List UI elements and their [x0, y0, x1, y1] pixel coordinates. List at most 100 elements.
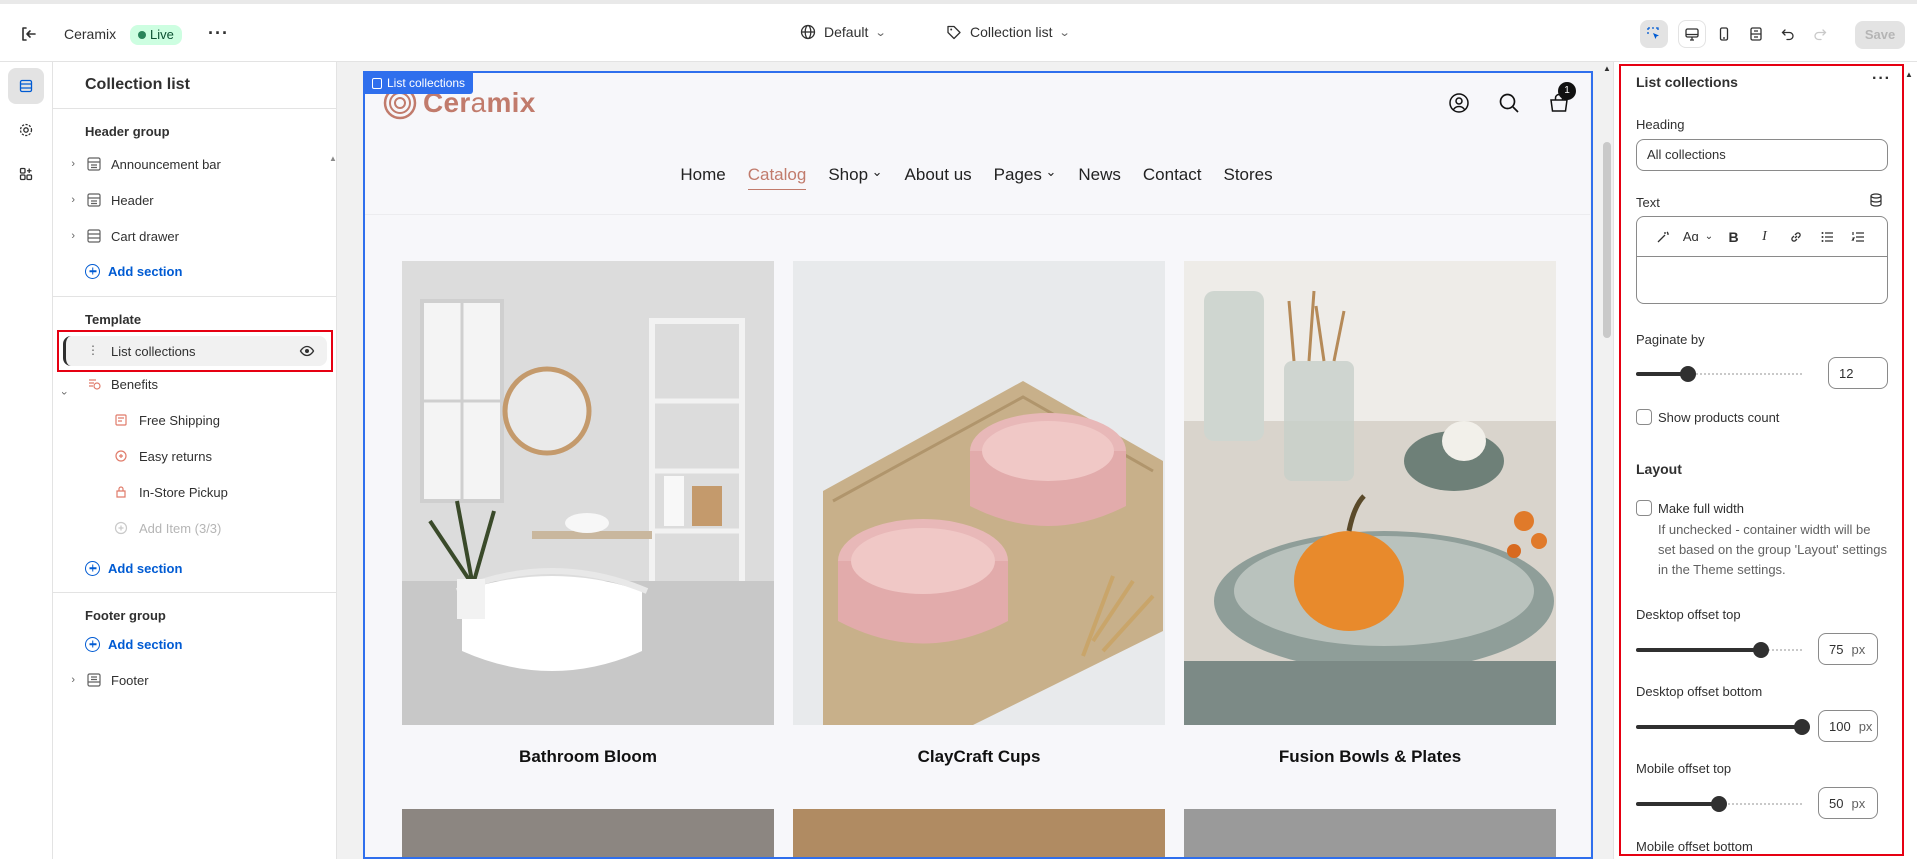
mobile-view-button[interactable] [1710, 20, 1738, 48]
slider-handle[interactable] [1753, 642, 1769, 658]
eye-icon[interactable] [299, 343, 315, 364]
chevron-down-icon: ⌄ [874, 26, 887, 39]
bold-button[interactable]: B [1718, 225, 1749, 249]
nav-home[interactable]: Home [680, 165, 725, 190]
add-section-button[interactable]: Add section [85, 632, 182, 656]
live-status-badge: Live [130, 25, 182, 45]
scrollbar-thumb[interactable] [1603, 142, 1611, 338]
inspector-toggle-button[interactable] [1640, 20, 1668, 48]
section-header[interactable]: › Header [53, 184, 323, 216]
desktop-offset-bottom-slider[interactable] [1636, 719, 1810, 735]
search-icon[interactable] [1498, 92, 1520, 119]
collection-image-bathroom[interactable] [402, 261, 774, 725]
slider-fill [1636, 648, 1761, 652]
collection-title[interactable]: ClayCraft Cups [793, 747, 1165, 767]
nav-pages[interactable]: Pages [994, 165, 1057, 190]
paginate-slider[interactable] [1636, 366, 1810, 382]
heading-input[interactable]: All collections [1636, 139, 1888, 171]
collection-image[interactable] [402, 809, 774, 859]
drag-handle-icon[interactable]: ⋮ [87, 343, 99, 357]
collection-title[interactable]: Fusion Bowls & Plates [1184, 747, 1556, 767]
link-icon[interactable] [1780, 225, 1811, 249]
mobile-icon [1719, 27, 1729, 41]
show-products-count-checkbox[interactable] [1636, 409, 1652, 425]
collection-card[interactable]: ClayCraft Cups [793, 261, 1165, 767]
add-section-button[interactable]: Add section [85, 556, 182, 580]
apps-nav-button[interactable] [8, 156, 44, 192]
nav-about-us[interactable]: About us [905, 165, 972, 190]
block-in-store-pickup[interactable]: In-Store Pickup [53, 476, 323, 508]
full-width-checkbox[interactable] [1636, 500, 1652, 516]
add-section-button[interactable]: Add section [85, 259, 182, 283]
sections-icon [19, 79, 33, 93]
nav-news[interactable]: News [1078, 165, 1121, 190]
ai-magic-icon[interactable] [1647, 225, 1678, 249]
paginate-input[interactable]: 12 [1828, 357, 1888, 389]
scroll-up-arrow[interactable]: ▲ [1905, 70, 1913, 79]
full-width-view-button[interactable] [1742, 20, 1770, 48]
slider-handle[interactable] [1794, 719, 1810, 735]
more-actions-button[interactable]: ··· [208, 23, 229, 44]
desktop-view-button[interactable] [1678, 20, 1706, 48]
section-announcement-bar[interactable]: › Announcement bar [53, 148, 323, 180]
chevron-down-icon[interactable]: › [58, 373, 70, 395]
template-selector[interactable]: Collection list ⌄ [946, 24, 1071, 40]
left-rail [0, 62, 53, 859]
section-benefits[interactable]: › Benefits [53, 368, 323, 400]
globe-icon [800, 24, 816, 40]
collection-image[interactable] [1184, 809, 1556, 859]
theme-selector[interactable]: Default ⌄ [800, 24, 887, 40]
collection-image-cups[interactable] [793, 261, 1165, 725]
slider-handle[interactable] [1680, 366, 1696, 382]
nav-contact[interactable]: Contact [1143, 165, 1202, 190]
section-list-collections[interactable]: ⋮ List collections [57, 330, 333, 372]
more-options-button[interactable]: ··· [1872, 70, 1891, 88]
collection-card[interactable]: Bathroom Bloom [402, 261, 774, 767]
bullet-list-icon[interactable] [1811, 225, 1842, 249]
chevron-right-icon[interactable]: › [53, 158, 75, 170]
italic-button[interactable]: I [1749, 225, 1780, 249]
theme-settings-nav-button[interactable] [8, 112, 44, 148]
desktop-offset-top-slider[interactable] [1636, 642, 1802, 658]
nav-stores[interactable]: Stores [1223, 165, 1272, 190]
plus-circle-icon [85, 263, 100, 279]
font-size-button[interactable]: Aɑ ⌄ [1678, 225, 1718, 249]
mobile-offset-top-slider[interactable] [1636, 796, 1802, 812]
collection-card[interactable]: Fusion Bowls & Plates [1184, 261, 1556, 767]
desktop-offset-top-input[interactable]: 75 px [1818, 633, 1878, 665]
gear-icon [19, 123, 33, 137]
divider [53, 296, 337, 297]
rich-text-editor[interactable]: Aɑ ⌄ B I [1636, 216, 1888, 304]
block-free-shipping[interactable]: Free Shipping [53, 404, 323, 436]
block-easy-returns[interactable]: Easy returns [53, 440, 323, 472]
preview-scrollbar[interactable]: ▲ [1601, 62, 1613, 859]
desktop-offset-bottom-input[interactable]: 100 px [1818, 710, 1878, 742]
account-icon[interactable] [1448, 92, 1470, 119]
dynamic-source-icon[interactable] [1868, 192, 1884, 213]
sections-nav-button[interactable] [8, 68, 44, 104]
collection-image[interactable] [793, 809, 1165, 859]
collection-title[interactable]: Bathroom Bloom [402, 747, 774, 767]
chevron-right-icon[interactable]: › [53, 674, 75, 686]
mobile-offset-top-input[interactable]: 50 px [1818, 787, 1878, 819]
save-button[interactable]: Save [1855, 21, 1905, 49]
plus-circle-icon [113, 520, 129, 536]
section-layout-icon [83, 156, 105, 172]
chevron-right-icon[interactable]: › [53, 194, 75, 206]
selected-section-tag[interactable]: List collections [363, 72, 474, 94]
scroll-up-arrow[interactable]: ▲ [329, 154, 337, 163]
cart-icon[interactable]: 1 [1548, 82, 1576, 119]
nav-catalog[interactable]: Catalog [747, 165, 807, 190]
nav-shop[interactable]: Shop [828, 165, 882, 190]
chevron-right-icon[interactable]: › [53, 230, 75, 242]
section-cart-drawer[interactable]: › Cart drawer [53, 220, 323, 252]
redo-button[interactable] [1806, 20, 1834, 48]
slider-handle[interactable] [1711, 796, 1727, 812]
undo-button[interactable] [1774, 20, 1802, 48]
section-footer[interactable]: › Footer [53, 664, 323, 696]
exit-icon[interactable] [18, 24, 38, 44]
numbered-list-icon[interactable] [1842, 225, 1873, 249]
collection-image-bowls[interactable] [1184, 261, 1556, 725]
text-label: Text [1636, 195, 1660, 210]
add-item-button[interactable]: Add Item (3/3) [53, 512, 323, 544]
